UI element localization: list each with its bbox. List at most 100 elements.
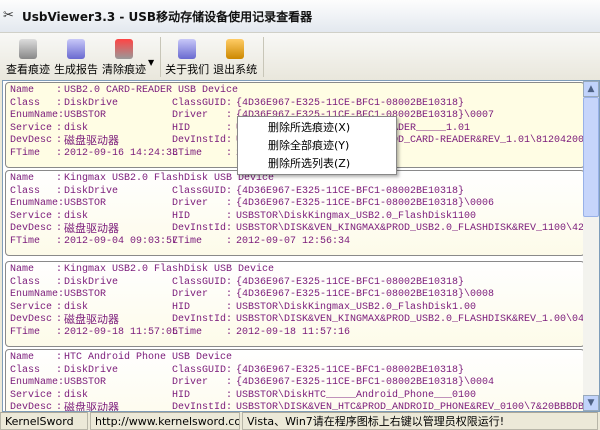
field-label: Service: [10, 389, 53, 401]
field-label: Class: [10, 97, 41, 109]
field-value: {4D36E967-E325-11CE-BFC1-08002BE10318}: [236, 364, 465, 376]
status-url: http://www.kernelsword.com: [90, 412, 240, 430]
scroll-up-button[interactable]: ▲: [583, 81, 599, 97]
field-value: DiskDrive: [64, 185, 119, 197]
field-value: {4D36E967-E325-11CE-BFC1-08002BE10318}: [236, 185, 465, 197]
generate-report-button[interactable]: 生成报告: [54, 39, 98, 77]
field-label: DevInstId: [172, 402, 227, 412]
device-card[interactable]: Name: Kingmax USB2.0 FlashDisk USB Device…: [5, 170, 599, 256]
scroll-thumb[interactable]: [583, 97, 599, 217]
field-label: LTime: [172, 235, 203, 247]
field-label: EnumName:: [10, 110, 65, 121]
field-colon: :: [226, 185, 233, 197]
field-label: FTime: [10, 235, 41, 247]
field-colon: :: [56, 352, 63, 363]
field-colon: :: [226, 147, 233, 159]
field-label: Driver: [172, 110, 209, 121]
field-row: EnumName:USBSTOR Driver:{4D36E967-E325-11…: [10, 198, 580, 211]
field-colon: :: [56, 402, 63, 412]
field-label: Class: [10, 364, 41, 376]
field-colon: :: [56, 314, 63, 325]
field-colon: :: [56, 301, 63, 313]
field-value: {4D36E967-E325-11CE-BFC1-08002BE10318}: [236, 276, 465, 288]
field-colon: :: [226, 301, 233, 313]
vertical-scrollbar[interactable]: ▲ ▼: [583, 81, 599, 411]
field-label: EnumName:: [10, 289, 65, 300]
field-row: Class: DiskDrive ClassGUID: {4D36E967-E325-…: [10, 98, 580, 111]
field-colon: :: [56, 223, 63, 234]
field-label: DevDesc: [10, 135, 53, 146]
scroll-down-button[interactable]: ▼: [583, 395, 599, 411]
field-colon: :: [56, 210, 63, 222]
field-value: USBSTOR: [64, 289, 107, 300]
field-row: EnumName:USBSTOR Driver:{4D36E967-E325-11…: [10, 377, 580, 390]
toolbar: 查看痕迹 生成报告 清除痕迹 ▼ 关于我们 退出系统: [0, 32, 600, 80]
field-label: DevDesc: [10, 223, 53, 234]
field-row: FTime:2012-09-18 11:57:05 LTime:2012-09-1…: [10, 327, 580, 340]
field-colon: :: [226, 326, 233, 338]
field-colon: :: [56, 135, 63, 146]
field-label: DevInstId: [172, 135, 227, 146]
field-label: Service: [10, 301, 53, 313]
field-label: Name: [10, 352, 35, 363]
field-value: 2012-09-16 14:24:33: [64, 147, 179, 159]
menu-delete-selected[interactable]: 删除所选痕迹(X): [238, 119, 396, 137]
field-label: DevDesc: [10, 314, 53, 325]
field-value: DiskDrive: [64, 276, 119, 288]
menu-delete-selected-list[interactable]: 删除所选列表(Z): [238, 155, 396, 173]
field-colon: :: [226, 314, 233, 325]
exit-button[interactable]: 退出系统: [213, 39, 257, 77]
field-label: Driver: [172, 289, 209, 300]
field-value: USBSTOR\DISK&VEN_HTC&PROD_ANDROID_PHONE&…: [236, 402, 600, 412]
field-colon: :: [226, 289, 233, 300]
field-row: Class: DiskDrive ClassGUID: {4D36E967-E325-…: [10, 186, 580, 199]
chevron-down-icon[interactable]: ▼: [148, 58, 154, 67]
field-value: 2012-09-07 12:56:34: [236, 235, 351, 247]
field-label: Name: [10, 264, 35, 275]
field-colon: :: [226, 110, 233, 121]
toolbar-divider: [263, 37, 265, 77]
field-colon: :: [226, 97, 233, 109]
field-value: USBSTOR: [64, 377, 107, 388]
field-value: USB2.0 CARD-READER USB Device: [64, 85, 239, 96]
field-label: ClassGUID: [172, 364, 227, 376]
field-label: Class: [10, 276, 41, 288]
field-row: EnumName:USBSTOR Driver:{4D36E967-E325-11…: [10, 289, 580, 302]
window-title: UsbViewer3.3 - USB移动存储设备使用记录查看器: [22, 9, 313, 24]
toolbar-divider: [160, 37, 162, 77]
view-traces-button[interactable]: 查看痕迹: [6, 39, 50, 77]
field-label: ClassGUID: [172, 276, 227, 288]
field-value: USBSTOR\DiskKingmax_USB2.0_FlashDisk1.00: [236, 301, 477, 313]
field-value: 2012-09-04 09:03:57: [64, 235, 179, 247]
field-label: FTime: [10, 326, 41, 338]
field-row: Name: Kingmax USB2.0 FlashDisk USB Device: [10, 264, 580, 277]
field-label: Class: [10, 185, 41, 197]
field-label: FTime: [10, 147, 41, 159]
field-value: 磁盘驱动器: [64, 401, 119, 412]
status-bar: KernelSword http://www.kernelsword.com V…: [0, 412, 600, 430]
field-colon: :: [56, 389, 63, 401]
field-colon: :: [56, 97, 63, 109]
context-menu: 删除所选痕迹(X) 删除全部痕迹(Y) 删除所选列表(Z): [237, 116, 397, 175]
field-colon: :: [56, 122, 63, 134]
field-value: 磁盘驱动器: [64, 313, 119, 326]
field-colon: :: [226, 377, 233, 388]
field-value: HTC Android Phone USB Device: [64, 352, 233, 363]
field-value: {4D36E967-E325-11CE-BFC1-08002BE10318}\0…: [236, 198, 495, 209]
field-value: USBSTOR\DiskHTC_____Android_Phone___0100: [236, 389, 477, 401]
status-hint: Vista、Win7请在程序图标上右键以管理员权限运行!: [242, 412, 598, 430]
field-value: 磁盘驱动器: [64, 134, 119, 147]
menu-delete-all[interactable]: 删除全部痕迹(Y): [238, 137, 396, 155]
exit-label: 退出系统: [213, 63, 258, 76]
field-value: DiskDrive: [64, 364, 119, 376]
field-colon: :: [226, 135, 233, 146]
usb-warning-icon: [115, 39, 133, 59]
about-button[interactable]: 关于我们: [165, 39, 209, 77]
device-card[interactable]: Name: HTC Android Phone USB Device Class: D…: [5, 349, 599, 412]
field-value: 磁盘驱动器: [64, 222, 119, 235]
field-label: DevInstId: [172, 223, 227, 234]
clear-traces-button[interactable]: 清除痕迹: [102, 39, 146, 77]
device-card[interactable]: Name: Kingmax USB2.0 FlashDisk USB Device…: [5, 261, 599, 347]
field-value: USBSTOR: [64, 110, 107, 121]
field-colon: :: [226, 364, 233, 376]
